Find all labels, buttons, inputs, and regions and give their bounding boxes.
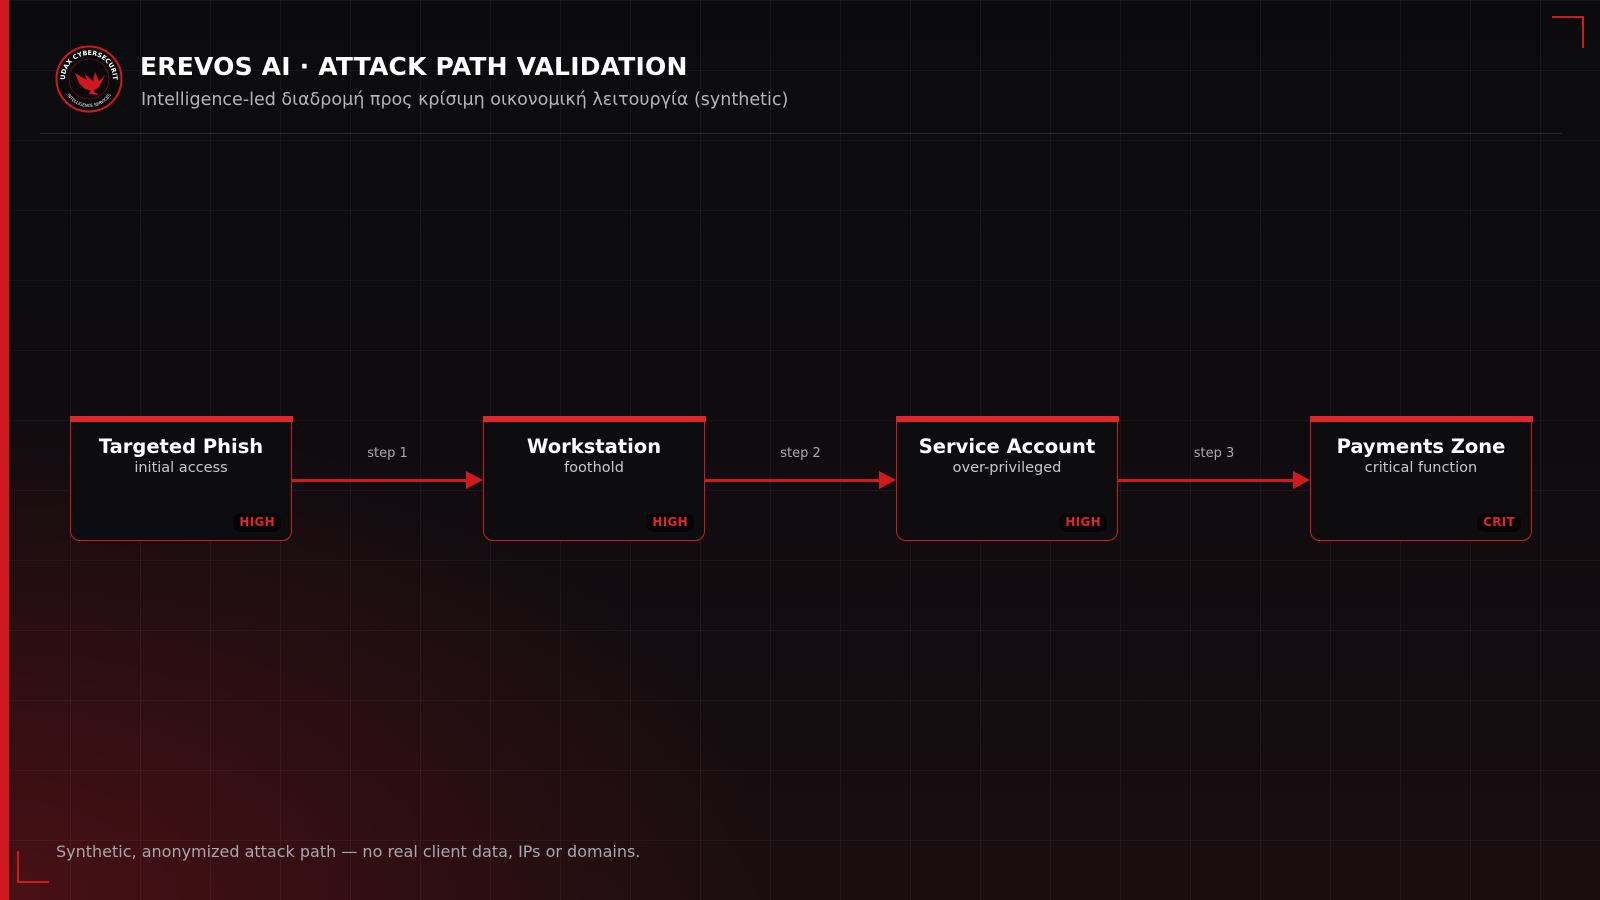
page-title: EREVOS AI · ATTACK PATH VALIDATION (140, 52, 688, 81)
node-role: foothold (564, 460, 624, 476)
node-top-bar (895, 416, 1119, 422)
severity-badge: HIGH (646, 513, 694, 532)
page-subtitle: Intelligence-led διαδρομή προς κρίσιμη ο… (141, 90, 789, 110)
corner-bracket-top-right (1552, 16, 1584, 48)
attack-node-payments-zone: Payments Zone critical function CRIT (1309, 416, 1533, 541)
attack-node-targeted-phish: Targeted Phish initial access HIGH (69, 416, 293, 541)
company-logo: AUDAX CYBERSECURITY INTELLIGENCE SERVICE… (55, 45, 123, 113)
node-role: critical function (1364, 460, 1478, 476)
node-title: Payments Zone (1336, 435, 1506, 458)
node-title: Workstation (526, 435, 662, 458)
node-role: over-privileged (952, 460, 1062, 476)
edge-line (705, 479, 880, 482)
node-top-bar (69, 416, 293, 422)
edge-line (1118, 479, 1294, 482)
footer-disclaimer: Synthetic, anonymized attack path — no r… (56, 842, 641, 861)
node-role: initial access (134, 460, 228, 476)
edge-label: step 3 (1193, 446, 1235, 461)
node-top-bar (1309, 416, 1533, 422)
path-edge-step-3: step 3 (1118, 440, 1310, 496)
severity-badge: HIGH (233, 513, 281, 532)
attack-node-workstation: Workstation foothold HIGH (482, 416, 706, 541)
path-edge-step-1: step 1 (292, 440, 483, 496)
severity-badge: CRIT (1477, 513, 1521, 532)
arrow-head-icon (466, 471, 483, 489)
path-edge-step-2: step 2 (705, 440, 896, 496)
left-accent-bar (0, 0, 9, 900)
edge-label: step 1 (367, 446, 408, 461)
arrow-head-icon (1293, 471, 1310, 489)
node-top-bar (482, 416, 706, 422)
edge-line (292, 479, 467, 482)
arrow-head-icon (879, 471, 896, 489)
node-title: Service Account (918, 435, 1096, 458)
attack-node-service-account: Service Account over-privileged HIGH (895, 416, 1119, 541)
header-divider (40, 133, 1562, 134)
edge-label: step 2 (780, 446, 821, 461)
node-title: Targeted Phish (98, 435, 264, 458)
corner-bracket-bottom-left (17, 851, 49, 883)
severity-badge: HIGH (1059, 513, 1107, 532)
